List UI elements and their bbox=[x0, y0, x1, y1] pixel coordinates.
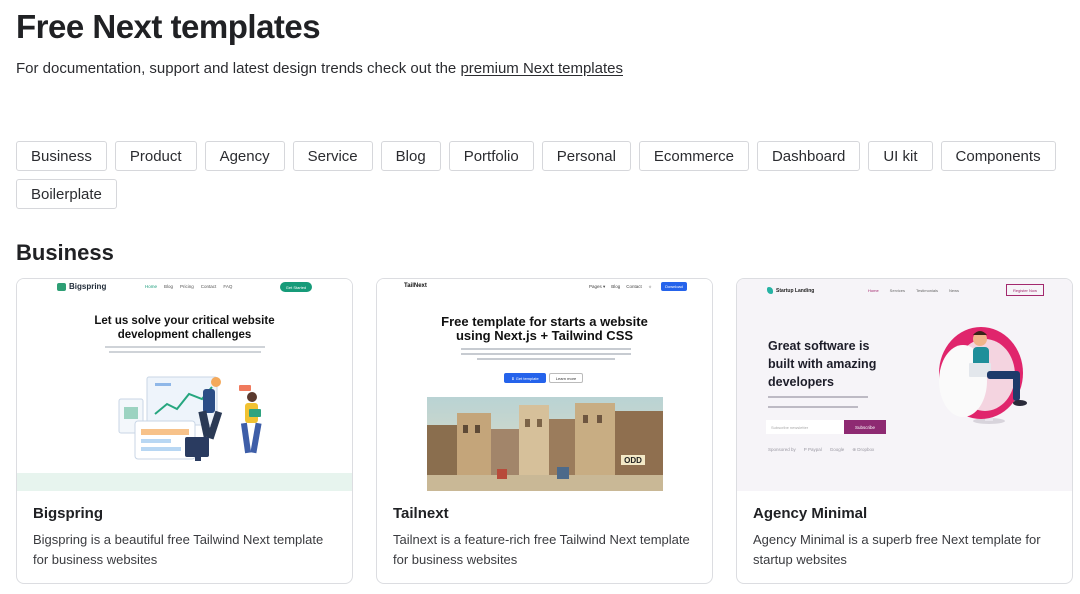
filter-agency[interactable]: Agency bbox=[204, 141, 285, 171]
page-title: Free Next templates bbox=[16, 8, 321, 45]
template-card-tailnext[interactable]: TailNext Pages ▾ Blog Contact ☼ Download Fr… bbox=[376, 278, 713, 584]
filter-ui-kit[interactable]: UI kit bbox=[868, 141, 933, 171]
template-name[interactable]: Tailnext bbox=[393, 505, 449, 522]
template-preview-tailnext: TailNext Pages ▾ Blog Contact ☼ Download Fr… bbox=[377, 279, 712, 491]
preview-street-photo: ODD bbox=[427, 397, 663, 491]
filter-dashboard[interactable]: Dashboard bbox=[756, 141, 861, 171]
filter-ecommerce[interactable]: Ecommerce bbox=[638, 141, 749, 171]
filter-boilerplate[interactable]: Boilerplate bbox=[16, 179, 117, 209]
template-description: Agency Minimal is a superb free Next tem… bbox=[753, 532, 1041, 567]
filter-personal[interactable]: Personal bbox=[541, 141, 631, 171]
preview-shop-sign: ODD bbox=[624, 456, 642, 465]
preview-illustration bbox=[118, 376, 262, 461]
category-filters: Business Product Agency Service Blog Por… bbox=[16, 141, 1066, 209]
filter-portfolio[interactable]: Portfolio bbox=[448, 141, 534, 171]
template-card-agency-minimal[interactable]: Startup Landing Home Services Testimonials… bbox=[736, 278, 1073, 584]
filter-service[interactable]: Service bbox=[292, 141, 373, 171]
filter-business[interactable]: Business bbox=[16, 141, 107, 171]
premium-templates-link[interactable]: premium Next templates bbox=[460, 60, 623, 77]
section-title-business: Business bbox=[16, 240, 114, 265]
template-name[interactable]: Bigspring bbox=[33, 505, 103, 522]
template-card-bigspring[interactable]: Bigspring Home Blog Pricing Contact FAQ Get … bbox=[16, 278, 353, 584]
filter-components[interactable]: Components bbox=[940, 141, 1056, 171]
template-description: Bigspring is a beautiful free Tailwind N… bbox=[33, 532, 324, 567]
filter-blog[interactable]: Blog bbox=[380, 141, 441, 171]
template-name[interactable]: Agency Minimal bbox=[753, 505, 867, 522]
subtitle-text: For documentation, support and latest de… bbox=[16, 60, 461, 77]
preview-egg-chair-illustration bbox=[939, 327, 1027, 424]
page-subtitle: For documentation, support and latest de… bbox=[16, 60, 623, 77]
template-description: Tailnext is a feature-rich free Tailwind… bbox=[393, 532, 690, 567]
template-preview-agency-minimal: Startup Landing Home Services Testimonials… bbox=[737, 279, 1072, 491]
filter-product[interactable]: Product bbox=[114, 141, 197, 171]
template-preview-bigspring: Bigspring Home Blog Pricing Contact FAQ Get … bbox=[17, 279, 352, 491]
